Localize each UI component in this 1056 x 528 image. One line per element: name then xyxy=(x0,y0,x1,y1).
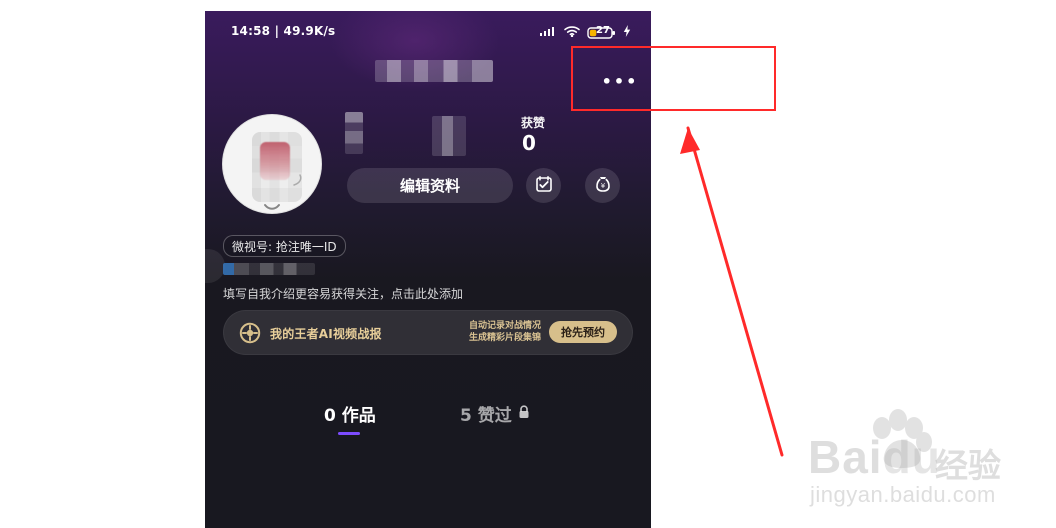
more-options-button[interactable]: ••• xyxy=(600,67,640,95)
lock-icon xyxy=(518,404,530,424)
edit-profile-button[interactable]: 编辑资料 xyxy=(347,168,513,203)
tab-works-underline xyxy=(338,432,360,435)
calendar-check-button[interactable] xyxy=(526,168,561,203)
battery-level-text: 27 xyxy=(596,24,610,36)
money-bag-icon: ¥ xyxy=(594,175,612,197)
battery-icon: 27 xyxy=(587,25,617,39)
baidu-jingyan-watermark: Baidu 经验 jingyan.baidu.com xyxy=(808,408,1018,518)
baidu-paw-icon xyxy=(873,409,932,468)
likes-count: 0 xyxy=(522,131,536,155)
name-redaction-1 xyxy=(345,112,363,154)
ai-banner-cta-button[interactable]: 抢先预约 xyxy=(549,321,617,343)
likes-label: 获赞 xyxy=(521,116,546,130)
ai-report-icon xyxy=(239,322,261,344)
baidu-jingyan-url: jingyan.baidu.com xyxy=(810,482,996,507)
ai-banner-desc-line2: 生成精彩片段集锦 xyxy=(468,333,541,343)
id-redaction xyxy=(223,263,315,275)
charging-icon xyxy=(623,22,631,41)
baidu-brand-part2: du xyxy=(882,431,941,483)
bio-placeholder[interactable]: 填写自我介绍更容易获得关注，点击此处添加 xyxy=(223,285,463,302)
ai-banner-title: 我的王者AI视频战报 xyxy=(270,327,382,341)
ai-banner-desc-line1: 自动记录对战情况 xyxy=(468,321,541,331)
id-chip[interactable]: 微视号: 抢注唯一ID xyxy=(223,235,346,257)
svg-text:¥: ¥ xyxy=(600,181,605,189)
signal-icon xyxy=(539,22,557,41)
status-bar: 14:58 | 49.9K/s 27 xyxy=(205,11,651,51)
title-redaction xyxy=(375,60,493,82)
baidu-brand: Baidu xyxy=(808,430,941,484)
profile-tabs: 0 作品 5 赞过 xyxy=(205,393,651,453)
annotation-arrow xyxy=(680,126,784,457)
tab-liked-label: 5 赞过 xyxy=(460,406,512,426)
wifi-icon xyxy=(563,22,581,41)
baidu-jingyan-label: 经验 xyxy=(935,446,1001,485)
tab-works[interactable]: 0 作品 xyxy=(324,401,376,426)
baidu-brand-part1: Bai xyxy=(808,431,883,483)
status-icons: 27 xyxy=(539,22,631,41)
status-time-speed: 14:58 | 49.9K/s xyxy=(231,24,336,38)
id-chip-text: 微视号: 抢注唯一ID xyxy=(232,239,337,254)
name-redaction-2 xyxy=(432,116,466,156)
more-dots: ••• xyxy=(601,71,639,91)
wallet-button[interactable]: ¥ xyxy=(585,168,620,203)
calendar-check-icon xyxy=(535,175,553,197)
ai-report-banner[interactable]: 我的王者AI视频战报 自动记录对战情况 生成精彩片段集锦 抢先预约 xyxy=(223,310,633,355)
ai-banner-description: 自动记录对战情况 生成精彩片段集锦 xyxy=(469,320,541,344)
avatar[interactable] xyxy=(222,114,322,214)
phone-screen: 14:58 | 49.9K/s 27 ••• 获赞 0 编辑资料 ¥ 微视号: … xyxy=(205,11,651,528)
tab-liked[interactable]: 5 赞过 xyxy=(460,401,530,426)
screenshot-stage: 14:58 | 49.9K/s 27 ••• 获赞 0 编辑资料 ¥ 微视号: … xyxy=(0,0,1056,528)
